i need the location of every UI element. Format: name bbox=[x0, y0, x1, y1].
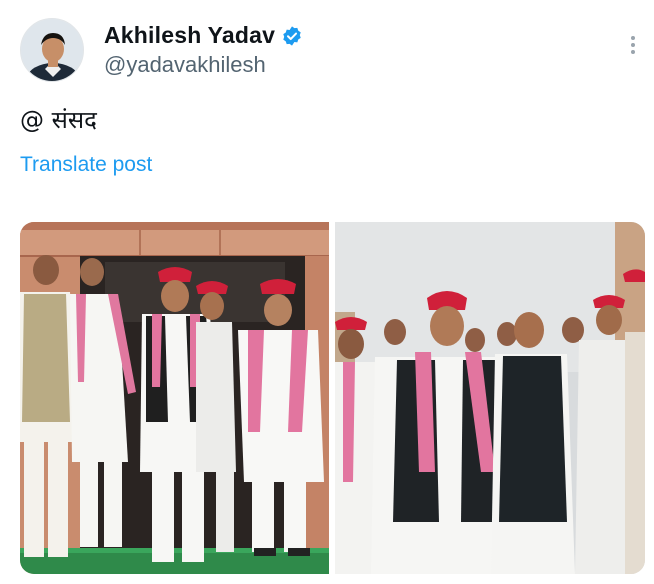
post-media-grid bbox=[20, 222, 645, 574]
profile-avatar[interactable] bbox=[20, 18, 84, 82]
translate-post-link[interactable]: Translate post bbox=[20, 153, 152, 177]
post-header: Akhilesh Yadav @yadavakhilesh bbox=[20, 18, 640, 88]
verified-badge-icon bbox=[283, 25, 301, 46]
avatar-image bbox=[21, 19, 83, 81]
post-text: @ संसद bbox=[20, 106, 97, 134]
author-display-name[interactable]: Akhilesh Yadav bbox=[104, 22, 275, 49]
group-photo-parliament-entrance bbox=[20, 222, 329, 574]
more-vertical-icon[interactable] bbox=[630, 36, 636, 60]
post-photo-1[interactable] bbox=[20, 222, 329, 574]
author-handle[interactable]: @yadavakhilesh bbox=[104, 52, 266, 78]
author-name-row: Akhilesh Yadav bbox=[104, 22, 303, 49]
group-photo-parliament-outdoor bbox=[335, 222, 645, 574]
post-photo-2[interactable] bbox=[335, 222, 645, 574]
